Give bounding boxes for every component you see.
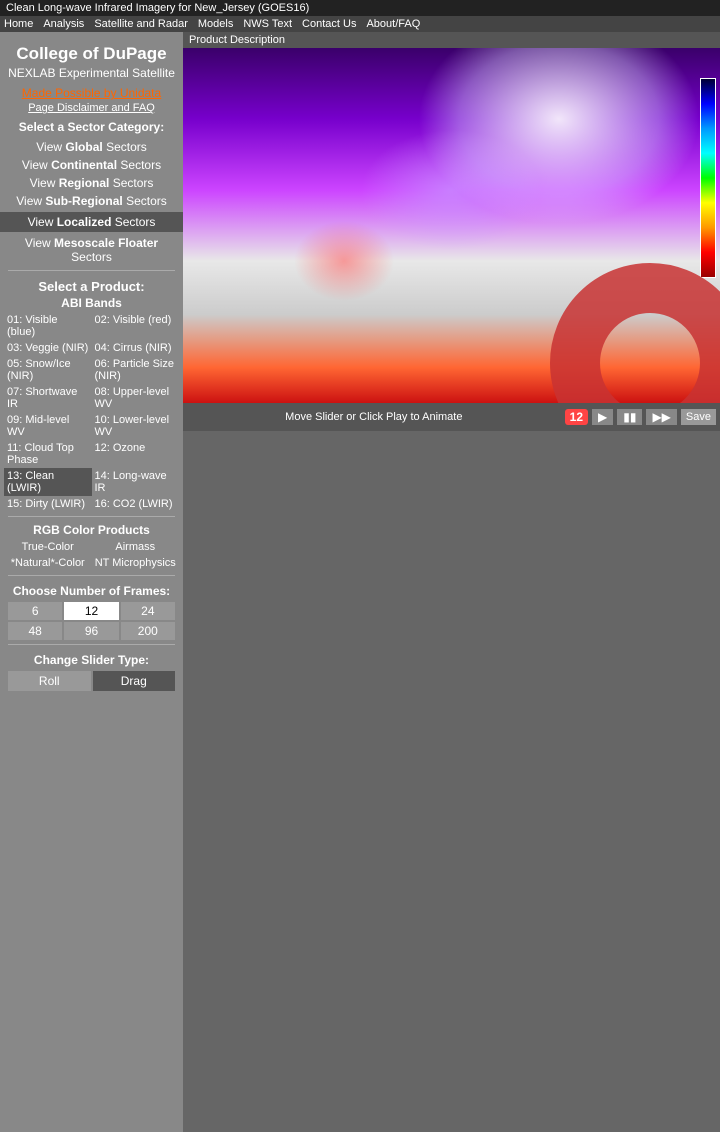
nav-models[interactable]: Models [198, 18, 233, 30]
nav-about-faq[interactable]: About/FAQ [366, 18, 420, 30]
band-03[interactable]: 03: Veggie (NIR) [4, 340, 92, 356]
sector-category-label: Select a Sector Category: [0, 120, 183, 134]
band-06[interactable]: 06: Particle Size (NIR) [92, 356, 180, 384]
nexlab-title: NEXLAB Experimental Satellite [0, 66, 183, 80]
band-16[interactable]: 16: CO2 (LWIR) [92, 496, 180, 512]
nav-bar: Home Analysis Satellite and Radar Models… [0, 16, 720, 32]
frame-24[interactable]: 24 [121, 602, 175, 620]
band-08[interactable]: 08: Upper-level WV [92, 384, 180, 412]
animation-bar: Move Slider or Click Play to Animate 12 … [183, 403, 720, 431]
product-desc-bar: Product Description [183, 32, 720, 48]
frame-12[interactable]: 12 [64, 602, 118, 620]
slider-grid: Roll Drag [8, 671, 175, 691]
save-button[interactable]: Save [681, 409, 716, 425]
frames-grid: 6 12 24 48 96 200 [8, 602, 175, 640]
band-04[interactable]: 04: Cirrus (NIR) [92, 340, 180, 356]
band-13[interactable]: 13: Clean (LWIR) [4, 468, 92, 496]
animation-label: Move Slider or Click Play to Animate [187, 411, 561, 423]
title-bar: Clean Long-wave Infrared Imagery for New… [0, 0, 720, 16]
divider-4 [8, 644, 175, 645]
band-05[interactable]: 05: Snow/Ice (NIR) [4, 356, 92, 384]
page-title: Clean Long-wave Infrared Imagery for New… [6, 2, 309, 14]
band-15[interactable]: 15: Dirty (LWIR) [4, 496, 92, 512]
grey-area [183, 431, 720, 1132]
sector-localized-active[interactable]: View Localized Sectors [0, 212, 183, 232]
main-layout: College of DuPage NEXLAB Experimental Sa… [0, 32, 720, 1132]
frame-48[interactable]: 48 [8, 622, 62, 640]
content-area: Product Description Move Slider or Click… [183, 32, 720, 1132]
band-11[interactable]: 11: Cloud Top Phase [4, 440, 92, 468]
nav-nws-text[interactable]: NWS Text [243, 18, 292, 30]
nav-analysis[interactable]: Analysis [43, 18, 84, 30]
slider-label: Change Slider Type: [0, 653, 183, 667]
divider-3 [8, 575, 175, 576]
band-12[interactable]: 12: Ozone [92, 440, 180, 468]
abi-label: ABI Bands [0, 296, 183, 310]
nav-satellite-radar[interactable]: Satellite and Radar [94, 18, 188, 30]
unidata-link[interactable]: Made Possible by Unidata [0, 86, 183, 100]
slider-drag[interactable]: Drag [93, 671, 176, 691]
band-10[interactable]: 10: Lower-level WV [92, 412, 180, 440]
band-07[interactable]: 07: Shortwave IR [4, 384, 92, 412]
color-scale-bar [700, 78, 716, 278]
sector-regional[interactable]: View Regional Sectors [0, 174, 183, 192]
frames-label: Choose Number of Frames: [0, 584, 183, 598]
step-forward-button[interactable]: ▶▶ [646, 409, 676, 425]
sector-global[interactable]: View Global Sectors [0, 138, 183, 156]
stop-button[interactable]: ▮▮ [617, 409, 642, 425]
divider-1 [8, 270, 175, 271]
rgb-label: RGB Color Products [0, 523, 183, 537]
band-14[interactable]: 14: Long-wave IR [92, 468, 180, 496]
band-grid: 01: Visible (blue) 02: Visible (red) 03:… [4, 312, 179, 512]
play-button[interactable]: ▶ [592, 409, 613, 425]
rgb-airmass[interactable]: Airmass [92, 539, 180, 555]
band-02[interactable]: 02: Visible (red) [92, 312, 180, 340]
divider-2 [8, 516, 175, 517]
frame-6[interactable]: 6 [8, 602, 62, 620]
nav-home[interactable]: Home [4, 18, 33, 30]
disclaimer-link[interactable]: Page Disclaimer and FAQ [0, 102, 183, 114]
satellite-imagery [183, 48, 720, 403]
product-label: Select a Product: [0, 279, 183, 294]
sector-mesoscale[interactable]: View Mesoscale Floater Sectors [0, 234, 183, 266]
rgb-grid: True-Color Airmass *Natural*-Color NT Mi… [4, 539, 179, 571]
satellite-image [183, 48, 720, 403]
college-title: College of DuPage [2, 44, 181, 64]
frame-200[interactable]: 200 [121, 622, 175, 640]
band-01[interactable]: 01: Visible (blue) [4, 312, 92, 340]
rgb-nt-microphysics[interactable]: NT Microphysics [92, 555, 180, 571]
nav-contact[interactable]: Contact Us [302, 18, 356, 30]
sidebar: College of DuPage NEXLAB Experimental Sa… [0, 32, 183, 1132]
rgb-true-color[interactable]: True-Color [4, 539, 92, 555]
sector-subregional[interactable]: View Sub-Regional Sectors [0, 192, 183, 210]
band-09[interactable]: 09: Mid-level WV [4, 412, 92, 440]
frame-counter: 12 [565, 409, 588, 425]
frame-96[interactable]: 96 [64, 622, 118, 640]
rgb-natural-color[interactable]: *Natural*-Color [4, 555, 92, 571]
slider-roll[interactable]: Roll [8, 671, 91, 691]
sector-continental[interactable]: View Continental Sectors [0, 156, 183, 174]
